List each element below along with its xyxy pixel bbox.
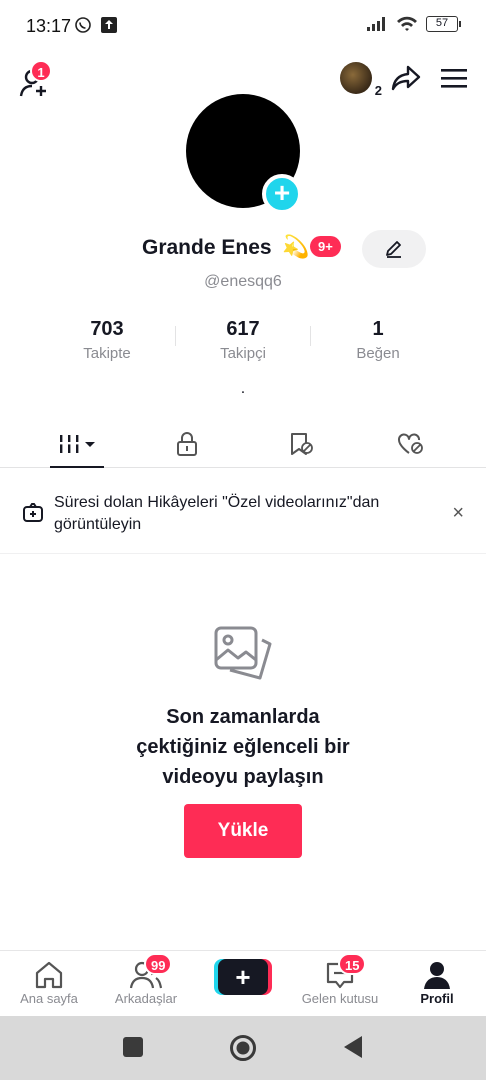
nav-profile[interactable]: Profil [389,959,485,1006]
upload-button[interactable]: Yükle [184,804,302,858]
close-icon[interactable]: × [452,502,464,525]
stories-banner[interactable]: Süresi dolan Hikâyeleri "Özel videoların… [0,480,486,554]
tab-liked[interactable] [384,420,438,468]
recents-button[interactable] [122,1036,144,1058]
stat-followers-value: 617 [226,318,260,340]
add-friend-button[interactable]: 1 [18,60,54,100]
empty-state-line: videoyu paylaşın [162,766,324,788]
profile-bio: . [240,380,246,397]
nav-inbox-label: Gelen kutusu [301,991,379,1006]
stat-likes-label: Beğen [356,345,400,362]
edit-profile-button[interactable] [362,230,426,268]
username: @enesqq6 [204,273,282,290]
whatsapp-icon [75,17,91,33]
wifi-icon [397,16,417,31]
stories-avatar[interactable]: 2 [340,62,382,98]
top-right-actions: 2 [340,62,468,98]
lock-icon [177,432,197,456]
heart-hidden-icon [398,433,423,454]
share-icon[interactable] [390,63,422,93]
profile-stats: 703 Takipte 617 Takipçi 1 Beğen [0,318,486,368]
stat-following[interactable]: 703 Takipte [37,318,177,362]
menu-icon[interactable] [440,66,468,90]
battery-indicator: 57 [426,16,461,32]
stat-followers[interactable]: 617 Takipçi [173,318,313,362]
empty-state-line: Son zamanlarda [166,706,320,728]
photo-gallery-icon [214,626,272,680]
name-emoji: 💫 [282,234,310,259]
story-add-icon [23,503,43,522]
status-time: 13:17 [26,16,72,36]
status-bar: 13:17 57 [0,0,486,52]
empty-state-message: Son zamanlarda çektiğiniz eğlenceli bir … [0,702,486,792]
stat-followers-label: Takipçi [220,345,266,362]
bottom-nav: Ana sayfa Arkadaşlar 99 + Gelen kutusu 1… [0,950,486,1016]
friend-requests-badge: 1 [30,60,52,82]
stat-following-label: Takipte [83,345,131,362]
stat-likes[interactable]: 1 Beğen [308,318,448,362]
tab-videos[interactable] [50,420,104,468]
profile-icon [424,962,450,989]
nav-home[interactable]: Ana sayfa [1,959,97,1006]
nav-home-label: Ana sayfa [20,991,78,1006]
nav-friends-label: Arkadaşlar [114,991,178,1006]
nav-friends[interactable]: Arkadaşlar 99 [98,953,194,1006]
active-tab-indicator [50,466,104,468]
home-system-button[interactable] [229,1034,257,1062]
stat-following-value: 703 [90,318,124,340]
back-button[interactable] [342,1035,364,1059]
status-notifications [74,16,118,34]
display-name: Grande Enes [142,236,272,259]
profile-avatar-container[interactable]: + [186,94,302,214]
plus-icon: + [218,959,268,995]
tab-saved[interactable] [274,420,328,468]
profile-tabs [0,420,486,468]
video-grid-icon [57,435,95,453]
banner-text: Süresi dolan Hikâyeleri "Özel videoların… [54,494,380,533]
add-avatar-plus-icon[interactable]: + [262,174,302,214]
profile-name-row: Grande Enes 💫 9+ [0,230,486,270]
bookmark-hidden-icon [291,433,313,455]
friends-badge: 99 [144,953,173,975]
stat-likes-value: 1 [372,318,384,340]
name-badge[interactable]: 9+ [310,236,341,257]
pencil-icon [386,241,401,258]
upload-notification-icon [101,17,117,33]
system-nav-bar [0,1016,486,1080]
nav-inbox[interactable]: Gelen kutusu 15 [292,953,388,1006]
signal-icon [367,17,385,31]
home-icon [35,961,63,989]
inbox-badge: 15 [338,953,367,975]
create-button[interactable]: + [214,959,272,995]
tab-private[interactable] [160,420,214,468]
status-right-icons: 57 [366,16,461,32]
empty-state-line: çektiğiniz eğlenceli bir [136,736,350,758]
nav-profile-label: Profil [420,991,454,1006]
stories-count: 2 [374,83,382,98]
